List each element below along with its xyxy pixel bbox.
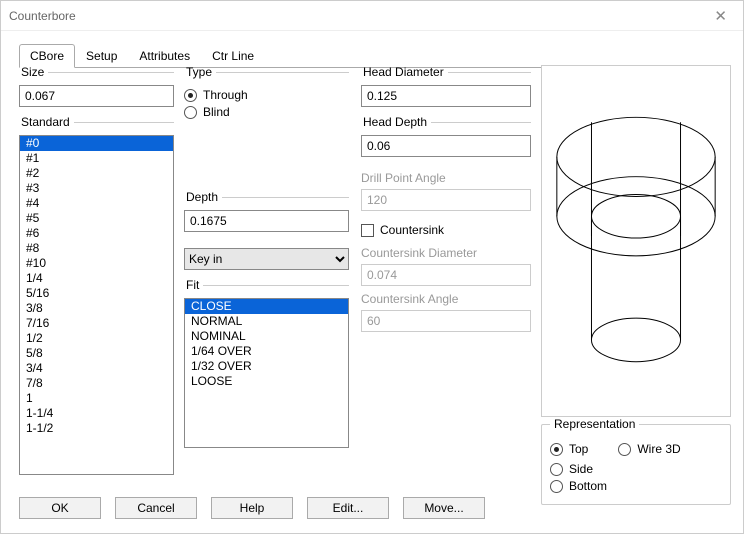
list-item[interactable]: 1/64 OVER xyxy=(185,344,348,359)
list-item[interactable]: #3 xyxy=(20,181,173,196)
size-group: Size xyxy=(19,65,174,107)
list-item[interactable]: #0 xyxy=(20,136,173,151)
tab-ctrline-label: Ctr Line xyxy=(212,49,254,63)
preview-panel xyxy=(541,65,731,417)
list-item[interactable]: NORMAL xyxy=(185,314,348,329)
type-group: Type Through Blind xyxy=(184,65,349,122)
rep-wire3d-radio[interactable]: Wire 3D xyxy=(618,442,680,456)
list-item[interactable]: 5/8 xyxy=(20,346,173,361)
counterbore-preview-svg xyxy=(542,66,730,416)
list-item[interactable]: #2 xyxy=(20,166,173,181)
head-diameter-group: Head Diameter xyxy=(361,65,531,107)
size-input[interactable] xyxy=(19,85,174,107)
fit-group: Fit CLOSENORMALNOMINAL1/64 OVER1/32 OVER… xyxy=(184,278,349,448)
standard-legend: Standard xyxy=(19,115,74,129)
rep-top-radio[interactable]: Top xyxy=(550,442,588,456)
list-item[interactable]: 7/16 xyxy=(20,316,173,331)
type-blind-label: Blind xyxy=(203,105,230,119)
keyin-select[interactable]: Key in xyxy=(184,248,349,270)
list-item[interactable]: 1-1/2 xyxy=(20,421,173,436)
head-depth-legend: Head Depth xyxy=(361,115,431,129)
radio-icon xyxy=(550,463,563,476)
list-item[interactable]: #5 xyxy=(20,211,173,226)
fit-listbox[interactable]: CLOSENORMALNOMINAL1/64 OVER1/32 OVERLOOS… xyxy=(184,298,349,448)
ok-button[interactable]: OK xyxy=(19,497,101,519)
standard-group: Standard #0#1#2#3#4#5#6#8#101/45/163/87/… xyxy=(19,115,174,475)
list-item[interactable]: #10 xyxy=(20,256,173,271)
window-title: Counterbore xyxy=(9,9,76,23)
tabstrip: CBore Setup Attributes Ctr Line xyxy=(19,43,731,67)
countersink-diameter-input xyxy=(361,264,531,286)
list-item[interactable]: 7/8 xyxy=(20,376,173,391)
countersink-diameter-label: Countersink Diameter xyxy=(361,246,531,260)
countersink-checkbox[interactable]: Countersink xyxy=(361,223,531,237)
depth-input[interactable] xyxy=(184,210,349,232)
rep-bottom-label: Bottom xyxy=(569,479,607,493)
list-item[interactable]: 1/4 xyxy=(20,271,173,286)
representation-group: Representation Top Wire 3D Side xyxy=(541,417,731,505)
representation-legend: Representation xyxy=(550,417,639,431)
list-item[interactable]: LOOSE xyxy=(185,374,348,389)
countersink-label: Countersink xyxy=(380,223,444,237)
col-head-params: Head Diameter Head Depth Drill Point Ang… xyxy=(361,65,531,483)
drill-point-angle-label: Drill Point Angle xyxy=(361,171,531,185)
col-type-depth-fit: Type Through Blind Depth Key in Fit xyxy=(184,65,349,483)
titlebar: Counterbore ✕ xyxy=(1,1,743,31)
dialog-window: Counterbore ✕ CBore Setup Attributes Ctr… xyxy=(0,0,744,534)
list-item[interactable]: 5/16 xyxy=(20,286,173,301)
list-item[interactable]: NOMINAL xyxy=(185,329,348,344)
head-diameter-input[interactable] xyxy=(361,85,531,107)
rep-bottom-radio[interactable]: Bottom xyxy=(550,479,722,493)
radio-icon xyxy=(184,89,197,102)
tab-attributes-label: Attributes xyxy=(139,49,190,63)
tab-setup-label: Setup xyxy=(86,49,117,63)
head-diameter-legend: Head Diameter xyxy=(361,65,448,79)
fit-legend: Fit xyxy=(184,278,203,292)
col-size-standard: Size Standard #0#1#2#3#4#5#6#8#101/45/16… xyxy=(19,65,174,483)
standard-listbox[interactable]: #0#1#2#3#4#5#6#8#101/45/163/87/161/25/83… xyxy=(19,135,174,475)
button-bar: OK Cancel Help Edit... Move... xyxy=(19,497,485,519)
cancel-button[interactable]: Cancel xyxy=(115,497,197,519)
radio-icon xyxy=(550,480,563,493)
list-item[interactable]: 3/4 xyxy=(20,361,173,376)
list-item[interactable]: 1 xyxy=(20,391,173,406)
help-button[interactable]: Help xyxy=(211,497,293,519)
type-blind-radio[interactable]: Blind xyxy=(184,105,349,119)
edit-button[interactable]: Edit... xyxy=(307,497,389,519)
main-content: Size Standard #0#1#2#3#4#5#6#8#101/45/16… xyxy=(19,65,731,483)
col-preview-rep: Representation Top Wire 3D Side xyxy=(541,65,731,483)
radio-icon xyxy=(618,443,631,456)
type-through-label: Through xyxy=(203,88,248,102)
rep-side-label: Side xyxy=(569,462,593,476)
tab-cbore-label: CBore xyxy=(30,49,64,63)
list-item[interactable]: 1/2 xyxy=(20,331,173,346)
list-item[interactable]: 1-1/4 xyxy=(20,406,173,421)
list-item[interactable]: #4 xyxy=(20,196,173,211)
head-depth-group: Head Depth xyxy=(361,115,531,157)
radio-icon xyxy=(550,443,563,456)
type-legend: Type xyxy=(184,65,216,79)
countersink-angle-label: Countersink Angle xyxy=(361,292,531,306)
depth-group: Depth xyxy=(184,190,349,232)
list-item[interactable]: 3/8 xyxy=(20,301,173,316)
type-through-radio[interactable]: Through xyxy=(184,88,349,102)
radio-icon xyxy=(184,106,197,119)
head-depth-input[interactable] xyxy=(361,135,531,157)
close-icon[interactable]: ✕ xyxy=(706,7,735,25)
drill-point-angle-input xyxy=(361,189,531,211)
rep-side-radio[interactable]: Side xyxy=(550,462,722,476)
depth-legend: Depth xyxy=(184,190,222,204)
size-legend: Size xyxy=(19,65,48,79)
rep-top-label: Top xyxy=(569,442,588,456)
list-item[interactable]: CLOSE xyxy=(185,299,348,314)
list-item[interactable]: #1 xyxy=(20,151,173,166)
list-item[interactable]: 1/32 OVER xyxy=(185,359,348,374)
countersink-angle-input xyxy=(361,310,531,332)
list-item[interactable]: #8 xyxy=(20,241,173,256)
move-button[interactable]: Move... xyxy=(403,497,485,519)
list-item[interactable]: #6 xyxy=(20,226,173,241)
checkbox-icon xyxy=(361,224,374,237)
rep-wire3d-label: Wire 3D xyxy=(637,442,680,456)
